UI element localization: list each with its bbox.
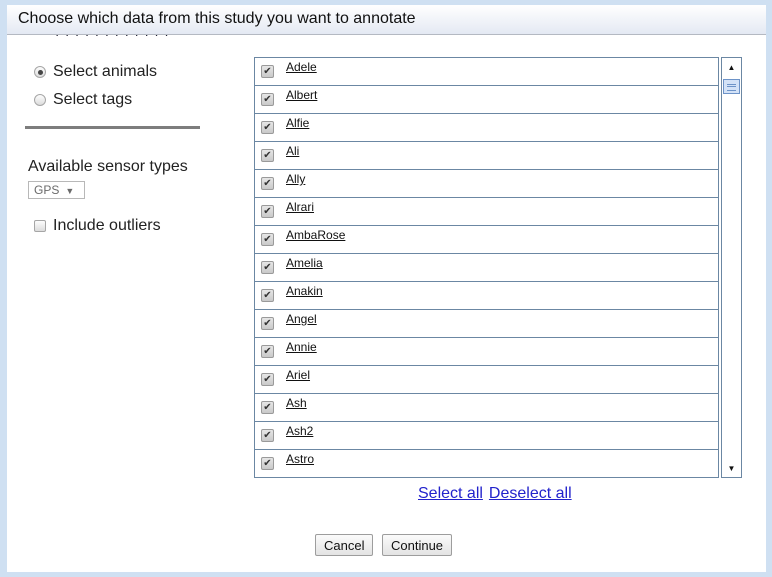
animal-name-link[interactable]: Albert xyxy=(286,88,317,102)
dropdown-arrow-icon: ▼ xyxy=(65,186,75,196)
animal-checkbox[interactable]: ✔ xyxy=(261,345,274,358)
scroll-up-arrow-icon[interactable]: ▲ xyxy=(722,63,741,72)
radio-label: Select animals xyxy=(53,63,158,80)
animal-name-link[interactable]: Ash2 xyxy=(286,424,313,438)
sensor-selected-value: GPS xyxy=(34,183,60,197)
animal-name-link[interactable]: Astro xyxy=(286,452,314,466)
animal-name-link[interactable]: Ally xyxy=(286,172,305,186)
animal-list-row: ✔ Ash2 xyxy=(255,422,718,450)
animal-checkbox[interactable]: ✔ xyxy=(261,205,274,218)
animal-name-link[interactable]: Ariel xyxy=(286,368,310,382)
include-outliers-option[interactable]: Include outliers xyxy=(34,217,161,235)
cancel-button[interactable]: Cancel xyxy=(315,534,374,556)
animal-name-link[interactable]: Anakin xyxy=(286,284,323,298)
animal-list-row: ✔ Adele xyxy=(255,58,718,86)
animal-name-link[interactable]: Adele xyxy=(286,60,317,74)
animal-name-link[interactable]: Ash xyxy=(286,396,307,410)
animal-checkbox[interactable]: ✔ xyxy=(261,233,274,246)
radio-button-icon[interactable] xyxy=(34,66,46,78)
include-outliers-checkbox[interactable] xyxy=(34,220,46,232)
animal-name-link[interactable]: Angel xyxy=(286,312,317,326)
radio-button-icon[interactable] xyxy=(34,94,46,106)
list-scrollbar[interactable]: ▲ ▼ xyxy=(721,57,742,478)
radio-select-tags[interactable]: Select tags xyxy=(34,91,132,109)
animal-list-row: ✔ Ariel xyxy=(255,366,718,394)
animal-list-row: ✔ Astro xyxy=(255,450,718,477)
animal-checkbox[interactable]: ✔ xyxy=(261,149,274,162)
animal-checkbox[interactable]: ✔ xyxy=(261,317,274,330)
select-all-link[interactable]: Select all xyxy=(418,485,483,502)
scroll-down-arrow-icon[interactable]: ▼ xyxy=(722,464,741,473)
include-outliers-label: Include outliers xyxy=(53,217,161,234)
dialog-titlebar[interactable]: Choose which data from this study you wa… xyxy=(7,5,766,35)
dialog-title: Choose which data from this study you wa… xyxy=(18,10,416,27)
animal-name-link[interactable]: Alfie xyxy=(286,116,309,130)
animal-list-row: ✔ Anakin xyxy=(255,282,718,310)
animal-list-row: ✔ Angel xyxy=(255,310,718,338)
animal-checkbox[interactable]: ✔ xyxy=(261,289,274,302)
animal-checkbox[interactable]: ✔ xyxy=(261,373,274,386)
radio-select-animals[interactable]: Select animals xyxy=(34,63,157,81)
animal-name-link[interactable]: Amelia xyxy=(286,256,323,270)
annotate-dialog: Choose which data from this study you wa… xyxy=(7,5,766,572)
continue-button[interactable]: Continue xyxy=(382,534,453,556)
animal-list-row: ✔ Ash xyxy=(255,394,718,422)
animal-list-row: ✔ Ally xyxy=(255,170,718,198)
animal-checkbox[interactable]: ✔ xyxy=(261,429,274,442)
animal-list-row: ✔ Albert xyxy=(255,86,718,114)
animal-checkbox[interactable]: ✔ xyxy=(261,121,274,134)
animal-name-link[interactable]: Alrari xyxy=(286,200,314,214)
sensor-types-label: Available sensor types xyxy=(28,158,188,175)
sensor-type-select[interactable]: GPS ▼ xyxy=(28,181,85,199)
animal-checkbox[interactable]: ✔ xyxy=(261,457,274,470)
animal-checkbox[interactable]: ✔ xyxy=(261,177,274,190)
animal-checkbox[interactable]: ✔ xyxy=(261,401,274,414)
section-divider xyxy=(25,126,200,129)
animal-list-row: ✔ Annie xyxy=(255,338,718,366)
animal-list-row: ✔ Ali xyxy=(255,142,718,170)
animal-name-link[interactable]: AmbaRose xyxy=(286,228,345,242)
animal-list-row: ✔ Alfie xyxy=(255,114,718,142)
animal-name-link[interactable]: Ali xyxy=(286,144,299,158)
scrollbar-thumb[interactable] xyxy=(723,79,740,94)
animal-checkbox[interactable]: ✔ xyxy=(261,261,274,274)
radio-label: Select tags xyxy=(53,91,133,108)
deselect-all-link[interactable]: Deselect all xyxy=(489,485,572,502)
animal-checkbox[interactable]: ✔ xyxy=(261,65,274,78)
animal-list-row: ✔ Alrari xyxy=(255,198,718,226)
animal-checkbox[interactable]: ✔ xyxy=(261,93,274,106)
animal-list-row: ✔ AmbaRose xyxy=(255,226,718,254)
animal-list: ✔ Adele ✔ Albert ✔ Alfie ✔ Ali ✔ Ally ✔ Alrari ✔ Amba… xyxy=(254,57,719,478)
selection-links: Select all Deselect all xyxy=(418,485,578,503)
animal-name-link[interactable]: Annie xyxy=(286,340,317,354)
animal-list-row: ✔ Amelia xyxy=(255,254,718,282)
